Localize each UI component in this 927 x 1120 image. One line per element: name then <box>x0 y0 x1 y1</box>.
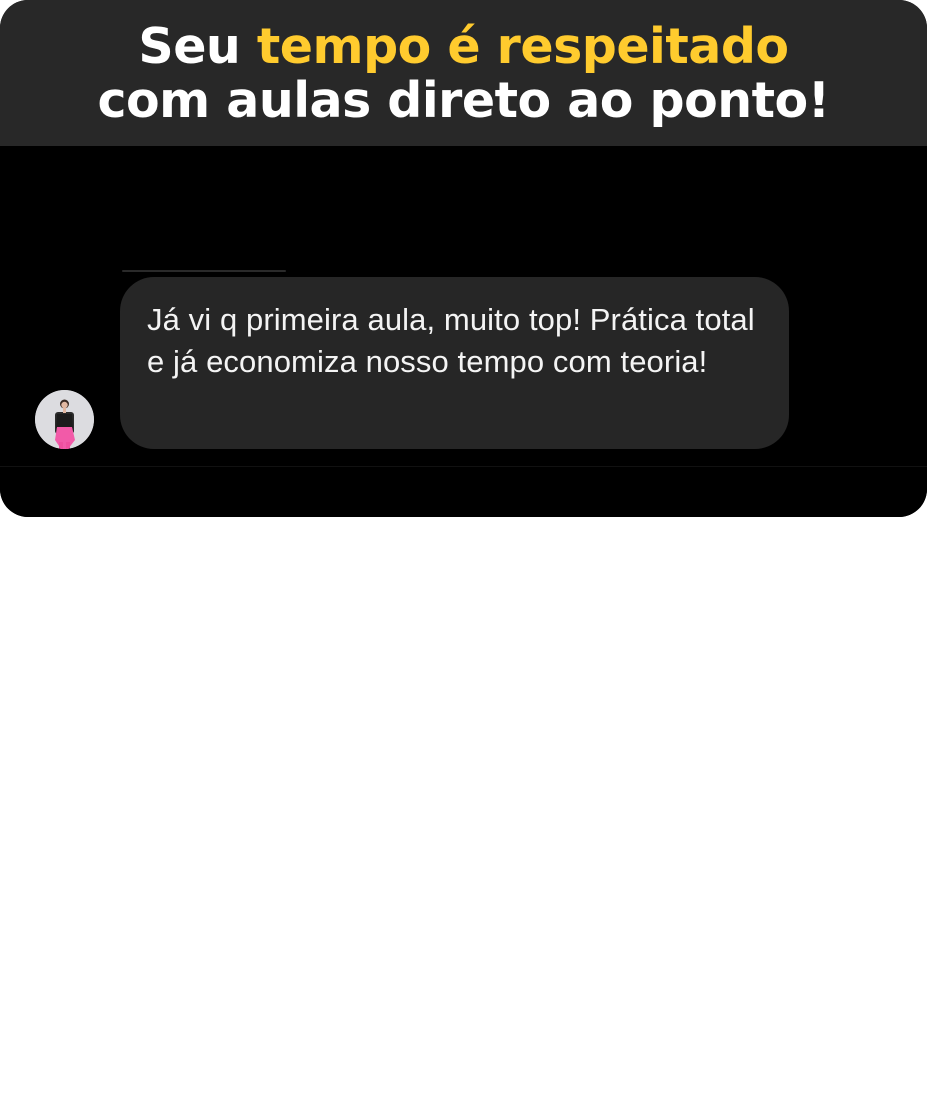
message-bubble[interactable]: Já vi q primeira aula, muito top! Prátic… <box>120 277 789 449</box>
avatar[interactable] <box>35 390 94 449</box>
headline-banner: Seu tempo é respeitado com aulas direto … <box>0 0 927 146</box>
headline-line-2: com aulas direto ao ponto! <box>97 72 830 129</box>
headline-prefix: Seu <box>138 18 257 75</box>
headline-line-1: Seu tempo é respeitado <box>138 18 789 75</box>
thread-divider <box>0 466 927 467</box>
previous-message-edge <box>122 270 286 272</box>
testimonial-card: Seu tempo é respeitado com aulas direto … <box>0 0 927 517</box>
chat-thread: Já vi q primeira aula, muito top! Prátic… <box>0 146 927 517</box>
user-avatar-icon <box>35 390 94 449</box>
message-text: Já vi q primeira aula, muito top! Prátic… <box>147 302 755 379</box>
headline-highlight: tempo é respeitado <box>256 18 789 75</box>
